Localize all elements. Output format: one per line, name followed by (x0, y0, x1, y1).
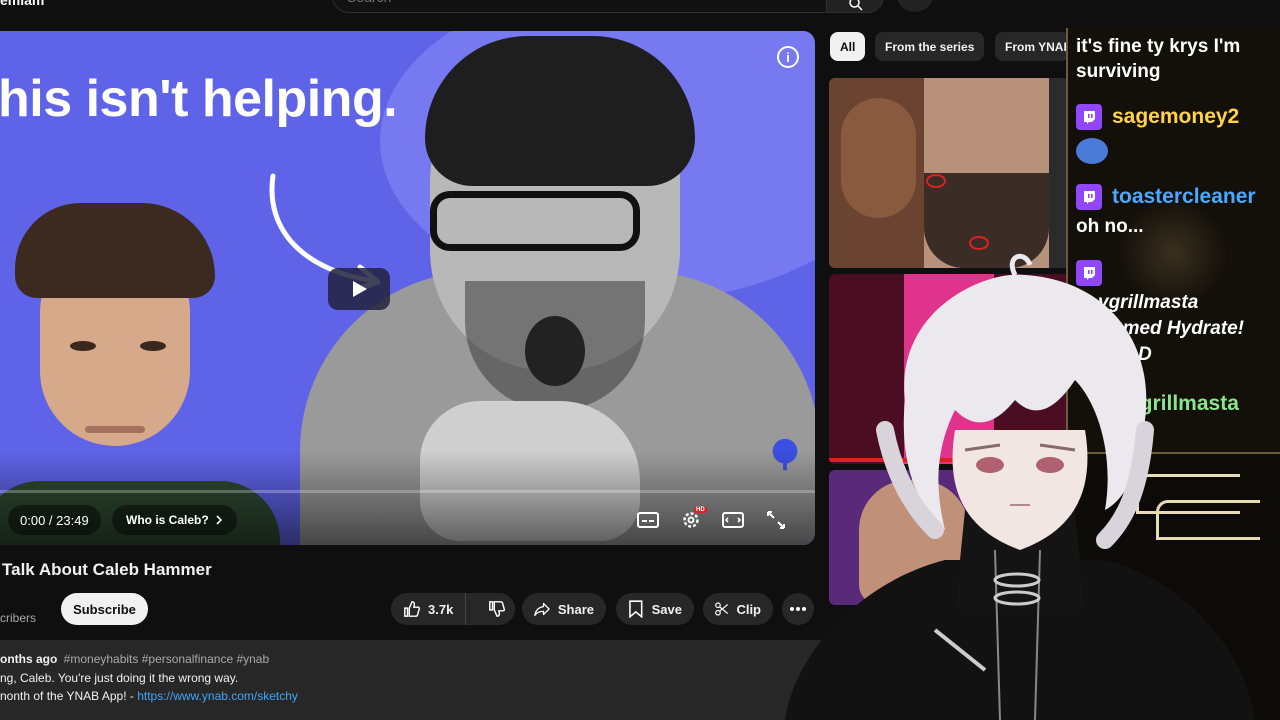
save-label: Save (651, 601, 682, 617)
twitch-icon (1076, 104, 1102, 130)
chevron-right-icon (216, 515, 222, 525)
info-icon[interactable]: i (777, 46, 799, 68)
subscriber-count: cribers (0, 611, 37, 625)
search-button[interactable] (826, 0, 884, 13)
chip-all[interactable]: All (830, 32, 866, 61)
subtitles-icon (637, 512, 659, 528)
like-count: 3.7k (428, 601, 454, 617)
twitch-icon (1076, 184, 1102, 210)
play-icon (353, 281, 367, 297)
video-player[interactable]: his isn't helping. i 0:00 / 23:49 Who is… (0, 31, 815, 545)
subscribe-button[interactable]: Subscribe (61, 593, 148, 625)
save-button[interactable]: Save (616, 593, 694, 625)
share-icon (534, 602, 550, 616)
video-title: Talk About Caleb Hammer (2, 560, 212, 579)
chip-from-the-series[interactable]: From the series (875, 32, 985, 61)
clip-label: Clip (736, 601, 761, 617)
settings-button[interactable]: HD (675, 504, 707, 536)
description-line-1: ng, Caleb. You're just doing it the wron… (0, 671, 239, 685)
thumbs-up-icon (404, 601, 421, 617)
vtuber-avatar (785, 253, 1255, 720)
time-display: 0:00 / 23:49 (8, 505, 101, 535)
chapter-button[interactable]: Who is Caleb? (112, 505, 237, 535)
chat-username-text: sagemoney2 (1112, 105, 1240, 128)
channel-name[interactable]: emiam (0, 0, 44, 8)
share-label: Share (557, 601, 594, 617)
clip-button[interactable]: Clip (703, 593, 773, 625)
player-controls: HD (624, 501, 800, 539)
search-icon (849, 0, 863, 11)
subtitles-button[interactable] (632, 504, 664, 536)
chat-username: toastercleaner (1076, 184, 1256, 210)
thumbs-down-icon (489, 601, 506, 617)
search-box[interactable] (332, 0, 827, 13)
top-bar: emiam (0, 0, 1280, 16)
fullscreen-icon (766, 511, 785, 529)
recommended-video-thumbnail[interactable] (829, 78, 1069, 268)
chat-username: sagemoney2 (1076, 104, 1239, 130)
chat-message: it's fine ty krys I'm surviving (1076, 36, 1241, 82)
bookmark-icon (629, 600, 643, 618)
dislike-button[interactable] (474, 593, 520, 625)
play-button[interactable] (328, 268, 390, 310)
gear-icon (682, 512, 699, 528)
chat-username-text: toastercleaner (1112, 185, 1256, 208)
theater-icon (722, 512, 745, 528)
chat-emote-icon (1076, 138, 1108, 164)
description-line-2-text: nonth of the YNAB App! - (0, 689, 138, 703)
chapter-label: Who is Caleb? (126, 513, 209, 527)
ynab-link[interactable]: https://www.ynab.com/sketchy (137, 689, 298, 703)
chat-message: oh no... (1076, 216, 1144, 237)
hd-badge: HD (693, 507, 707, 513)
like-button[interactable]: 3.7k (391, 593, 467, 625)
hashtags[interactable]: #moneyhabits #personalfinance #ynab (64, 652, 269, 666)
voice-search-button[interactable] (897, 0, 933, 12)
theater-mode-button[interactable] (717, 504, 749, 536)
search-input[interactable] (333, 0, 826, 13)
progress-bar[interactable] (0, 490, 815, 493)
scissors-icon (715, 602, 729, 616)
description-meta: onths ago #moneyhabits #personalfinance … (0, 652, 269, 666)
description-box[interactable]: onths ago #moneyhabits #personalfinance … (0, 640, 830, 720)
description-line-2: nonth of the YNAB App! - https://www.yna… (0, 689, 298, 703)
like-dislike-group: 3.7k (391, 593, 515, 625)
chip-from-ynab[interactable]: From YNAB (995, 32, 1070, 61)
upload-age: onths ago (0, 652, 58, 666)
share-button[interactable]: Share (522, 593, 606, 625)
